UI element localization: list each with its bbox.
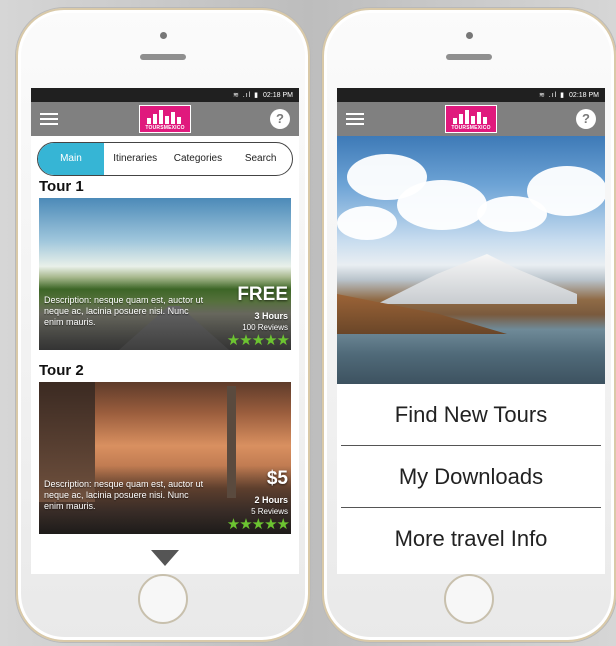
- tour-reviews: 5 Reviews: [251, 507, 288, 516]
- screen-tour-list: ≋ .ıl ▮ 02:18 PM TOURSMEXICO ? Main Itin…: [31, 88, 299, 574]
- tour-description: Description: nesque quam est, auctor ut …: [44, 295, 204, 327]
- hamburger-menu-icon[interactable]: [346, 113, 364, 125]
- tour-description: Description: nesque quam est, auctor ut …: [44, 479, 204, 511]
- status-bar: ≋ .ıl ▮ 02:18 PM: [31, 88, 299, 102]
- tour-duration: 3 Hours: [254, 311, 288, 321]
- tab-itineraries[interactable]: Itineraries: [104, 143, 167, 175]
- more-travel-info-button[interactable]: More travel Info: [341, 508, 601, 570]
- tour-card[interactable]: Description: nesque quam est, auctor ut …: [39, 382, 291, 534]
- home-button[interactable]: [444, 574, 494, 624]
- camera: [160, 32, 167, 39]
- tour-price: $5: [266, 468, 288, 489]
- tab-bar: Main Itineraries Categories Search: [37, 142, 293, 176]
- status-icons: ≋ .ıl ▮: [538, 92, 566, 99]
- speaker: [140, 54, 186, 60]
- app-bar: TOURSMEXICO ?: [337, 102, 605, 136]
- tour-reviews: 100 Reviews: [242, 323, 288, 332]
- scroll-down-arrow-icon[interactable]: [151, 550, 179, 566]
- logo-text: TOURSMEXICO: [451, 125, 491, 131]
- phone-left: ≋ .ıl ▮ 02:18 PM TOURSMEXICO ? Main Itin…: [16, 8, 310, 642]
- tours-mexico-logo: TOURSMEXICO: [445, 105, 497, 133]
- help-button[interactable]: ?: [270, 109, 290, 129]
- rating-stars-icon: ★★★★★: [226, 332, 290, 349]
- screen-home: ≋ .ıl ▮ 02:18 PM TOURSMEXICO ? Find New …: [337, 88, 605, 574]
- tab-main[interactable]: Main: [38, 143, 104, 175]
- status-bar: ≋ .ıl ▮ 02:18 PM: [337, 88, 605, 102]
- skyline-icon: [451, 110, 491, 124]
- tour-price: FREE: [237, 284, 288, 305]
- hero-image: [337, 136, 605, 384]
- speaker: [446, 54, 492, 60]
- rating-stars-icon: ★★★★★: [226, 516, 290, 533]
- status-time: 02:18 PM: [569, 91, 599, 99]
- home-menu: Find New Tours My Downloads More travel …: [337, 384, 605, 570]
- tours-mexico-logo: TOURSMEXICO: [139, 105, 191, 133]
- help-button[interactable]: ?: [576, 109, 596, 129]
- home-button[interactable]: [138, 574, 188, 624]
- logo-text: TOURSMEXICO: [145, 125, 185, 131]
- hamburger-menu-icon[interactable]: [40, 113, 58, 125]
- tour-duration: 2 Hours: [254, 495, 288, 505]
- status-time: 02:18 PM: [263, 91, 293, 99]
- app-bar: TOURSMEXICO ?: [31, 102, 299, 136]
- camera: [466, 32, 473, 39]
- column-image: [227, 386, 236, 498]
- tour-title: Tour 2: [39, 362, 84, 379]
- tour-title: Tour 1: [39, 178, 84, 195]
- mountain-image: [377, 254, 577, 304]
- find-new-tours-button[interactable]: Find New Tours: [341, 384, 601, 446]
- my-downloads-button[interactable]: My Downloads: [341, 446, 601, 508]
- tour-card[interactable]: Description: nesque quam est, auctor ut …: [39, 198, 291, 350]
- status-icons: ≋ .ıl ▮: [232, 92, 260, 99]
- skyline-icon: [145, 110, 185, 124]
- phone-right: ≋ .ıl ▮ 02:18 PM TOURSMEXICO ? Find New …: [322, 8, 616, 642]
- tab-categories[interactable]: Categories: [167, 143, 230, 175]
- tab-search[interactable]: Search: [229, 143, 292, 175]
